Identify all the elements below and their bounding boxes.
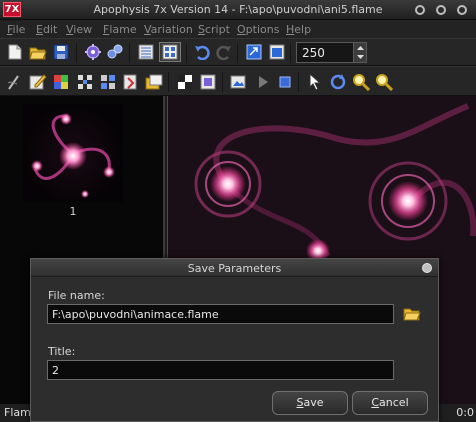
script-editor-icon[interactable] <box>6 73 24 91</box>
menu-help[interactable]: Help <box>286 23 311 36</box>
spin-buttons[interactable] <box>353 43 366 62</box>
toolbar-separator <box>298 72 299 92</box>
menu-bar: File Edit View Flame Variation Script Op… <box>0 20 476 38</box>
options-icon[interactable] <box>145 73 163 91</box>
file-name-input[interactable] <box>47 304 394 324</box>
fullscreen-icon[interactable] <box>245 43 263 61</box>
zoom-out-icon[interactable] <box>375 73 393 91</box>
flame-thumbnail[interactable] <box>23 104 123 202</box>
image-icon[interactable] <box>229 73 247 91</box>
adjust-icon[interactable] <box>99 73 117 91</box>
menu-flame[interactable]: Flame <box>103 23 137 36</box>
cancel-button[interactable]: Cancel <box>352 391 428 415</box>
file-name-label: File name: <box>48 289 105 302</box>
editor-toolbar <box>0 66 476 96</box>
minimize-button[interactable] <box>415 5 425 15</box>
pointer-icon[interactable] <box>306 73 324 91</box>
gears-icon[interactable] <box>106 43 124 61</box>
density-value: 250 <box>302 46 325 60</box>
toolbar-separator <box>168 72 169 92</box>
open-folder-icon[interactable] <box>29 43 47 61</box>
dialog-close-button[interactable] <box>422 263 432 273</box>
toolbar-separator <box>129 43 130 63</box>
redo-icon[interactable] <box>215 43 233 61</box>
status-time: 0:0 <box>456 406 474 419</box>
play-icon[interactable] <box>254 73 272 91</box>
dialog-title: Save Parameters <box>187 262 282 275</box>
gradient-icon[interactable] <box>52 73 70 91</box>
menu-variation[interactable]: Variation <box>144 23 193 36</box>
random-batch-icon[interactable] <box>84 43 102 61</box>
toolbar-separator <box>290 43 291 63</box>
save-button[interactable]: Save <box>272 391 348 415</box>
zoom-in-icon[interactable] <box>352 73 370 91</box>
new-file-icon[interactable] <box>6 43 24 61</box>
render-window-icon[interactable] <box>268 43 286 61</box>
save-disk-icon[interactable] <box>52 43 70 61</box>
maximize-button[interactable] <box>436 5 446 15</box>
title-bar: 7X Apophysis 7x Version 14 - F:\apo\puvo… <box>0 0 476 20</box>
thumbnail-view-icon[interactable] <box>159 42 181 62</box>
status-time-cell: 0:0 <box>448 404 476 422</box>
title-label: Title: <box>48 345 76 358</box>
rotate-icon[interactable] <box>329 73 347 91</box>
save-parameters-dialog: Save Parameters File name: Title: Save C… <box>30 258 439 422</box>
title-input[interactable] <box>47 360 394 380</box>
status-text: Flam <box>4 406 31 419</box>
window-title: Apophysis 7x Version 14 - F:\apo\puvodni… <box>93 3 383 16</box>
list-view-icon[interactable] <box>137 43 155 61</box>
frame-icon[interactable] <box>199 73 217 91</box>
thumbnail-label: 1 <box>69 205 77 218</box>
mutation-icon[interactable] <box>76 73 94 91</box>
dialog-title-bar[interactable]: Save Parameters <box>31 259 438 277</box>
transparency-icon[interactable] <box>176 73 194 91</box>
menu-script[interactable]: Script <box>198 23 230 36</box>
close-button[interactable] <box>457 5 467 15</box>
favorites-icon[interactable] <box>122 73 140 91</box>
undo-icon[interactable] <box>193 43 211 61</box>
toolbar-separator <box>237 43 238 63</box>
editor-icon[interactable] <box>29 73 47 91</box>
menu-edit[interactable]: Edit <box>36 23 57 36</box>
toolbar-separator <box>76 43 77 63</box>
menu-options[interactable]: Options <box>237 23 279 36</box>
menu-file[interactable]: File <box>7 23 25 36</box>
toolbar-separator <box>222 72 223 92</box>
menu-view[interactable]: View <box>66 23 92 36</box>
stop-icon[interactable] <box>276 73 294 91</box>
density-spin-input[interactable]: 250 <box>296 42 367 63</box>
main-toolbar: 250 <box>0 38 476 66</box>
toolbar-separator <box>186 43 187 63</box>
browse-folder-icon[interactable] <box>403 306 421 322</box>
